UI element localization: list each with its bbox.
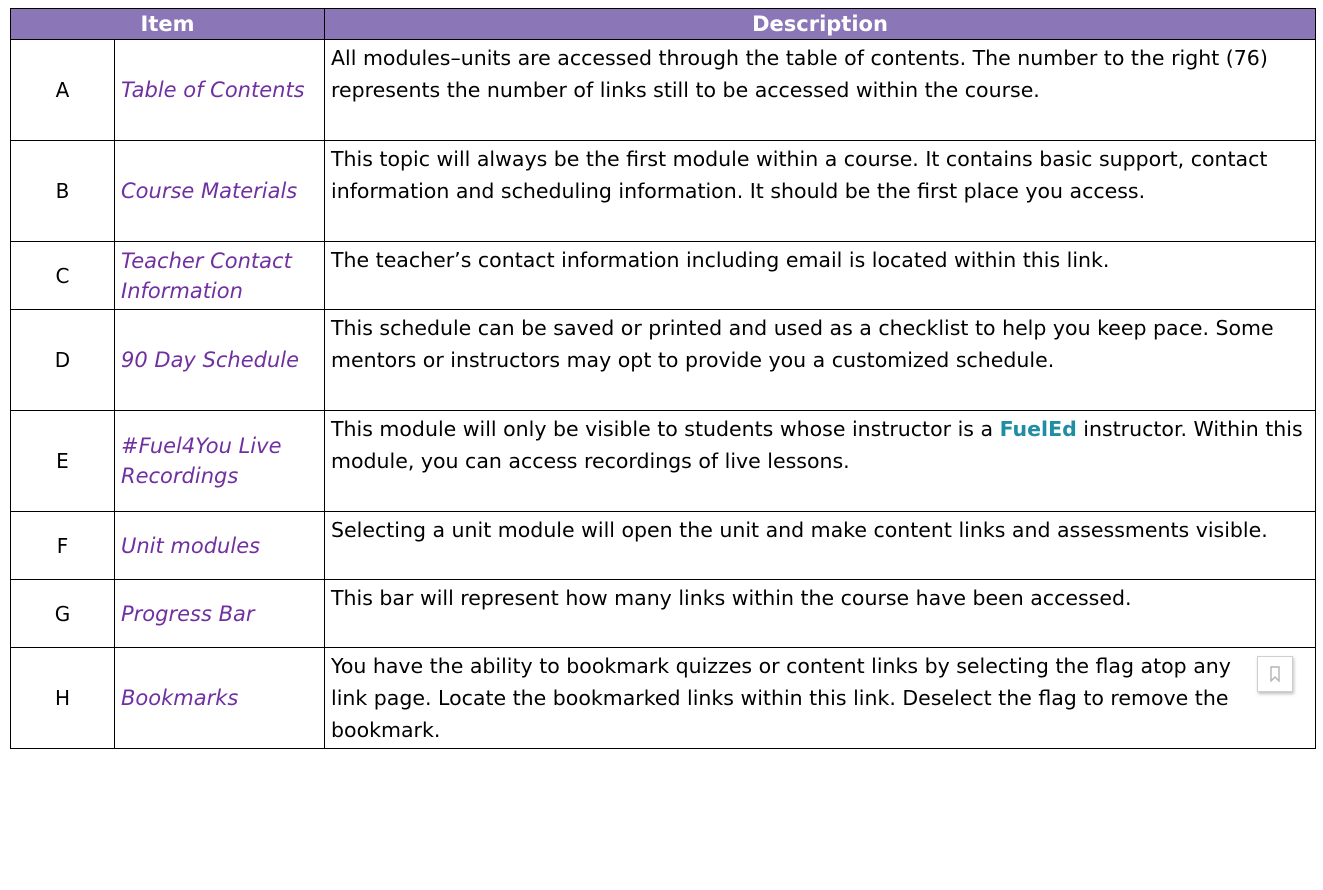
fueled-brand-text: FuelEd [999,417,1077,441]
table-row: A Table of Contents All modules–units ar… [10,39,1316,141]
table-row: F Unit modules Selecting a unit module w… [10,511,1316,580]
row-letter: H [10,647,115,749]
table-row: D 90 Day Schedule This schedule can be s… [10,309,1316,411]
row-letter: A [10,39,115,141]
row-item: Course Materials [113,140,326,242]
row-description: This topic will always be the first modu… [324,140,1316,242]
bookmark-flag-icon [1270,666,1280,682]
course-navigation-table: Item Description A Table of Contents All… [9,8,1316,749]
table-header-row: Item Description [9,8,1316,40]
row-description: The teacher’s contact information includ… [324,241,1316,310]
bookmark-flag-button[interactable] [1257,656,1293,692]
table-row: H Bookmarks You have the ability to book… [10,647,1316,749]
row-item: Progress Bar [113,579,326,648]
row-description: Selecting a unit module will open the un… [324,511,1316,580]
header-description: Description [324,8,1316,40]
row-description: This module will only be visible to stud… [324,410,1316,512]
row-description-wrap: You have the ability to bookmark quizzes… [331,650,1305,746]
row-letter: F [10,511,115,580]
row-letter: B [10,140,115,242]
row-item: Teacher Contact Information [113,241,326,310]
row-description: You have the ability to bookmark quizzes… [331,654,1231,742]
row-item: Table of Contents [113,39,326,141]
row-letter: G [10,579,115,648]
row-letter: C [10,241,115,310]
table-row: B Course Materials This topic will alway… [10,140,1316,242]
row-letter: D [10,309,115,411]
row-description: This schedule can be saved or printed an… [324,309,1316,411]
row-description: This bar will represent how many links w… [324,579,1316,648]
description-text-before: This module will only be visible to stud… [331,417,1000,441]
row-item: #Fuel4You Live Recordings [113,410,326,512]
row-item: Bookmarks [113,647,326,749]
row-description-cell: You have the ability to bookmark quizzes… [324,647,1316,749]
row-item: Unit modules [113,511,326,580]
table-row: G Progress Bar This bar will represent h… [10,579,1316,648]
table-row: C Teacher Contact Information The teache… [10,241,1316,310]
header-item: Item [9,8,326,40]
row-letter: E [10,410,115,512]
row-item: 90 Day Schedule [113,309,326,411]
row-description: All modules–units are accessed through t… [324,39,1316,141]
table-row: E #Fuel4You Live Recordings This module … [10,410,1316,512]
